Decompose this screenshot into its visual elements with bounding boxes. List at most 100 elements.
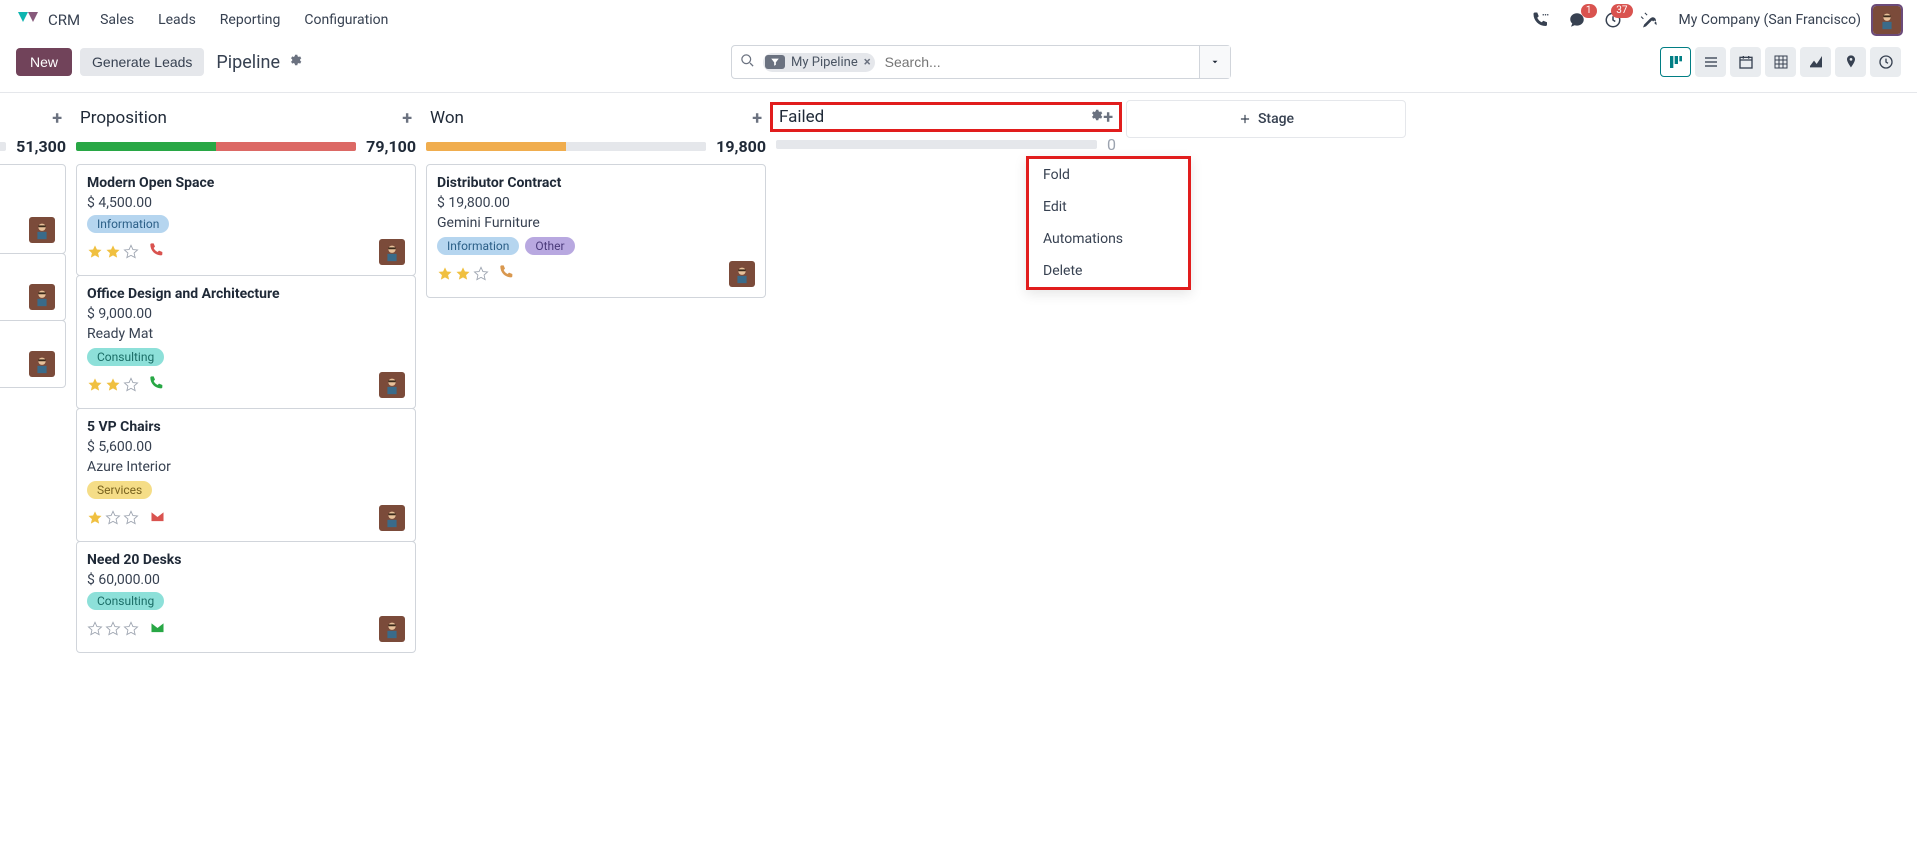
card-revenue: $ 5,600.00 (87, 439, 405, 455)
messages-icon[interactable]: 1 (1565, 8, 1589, 32)
tag[interactable]: Services (87, 481, 152, 499)
debug-icon[interactable] (1637, 8, 1661, 32)
card-title: Chairs (0, 264, 55, 280)
card-revenue: $ 60,000.00 (87, 572, 405, 588)
card-revenue: $ 9,000.00 (87, 306, 405, 322)
column-total: 19,800 (716, 137, 766, 156)
column-header: Proposition+ (76, 103, 416, 133)
calendar-view-icon[interactable] (1730, 47, 1761, 77)
quick-add-icon[interactable]: + (752, 108, 762, 129)
column-header: + (0, 103, 66, 133)
quick-add-icon[interactable]: + (52, 108, 62, 129)
kanban-card[interactable]: vices (0, 320, 66, 388)
view-switcher (1660, 47, 1901, 77)
new-button[interactable]: New (16, 48, 72, 76)
filter-chip-label: My Pipeline (791, 55, 858, 70)
remove-filter-icon[interactable]: × (864, 55, 871, 70)
progress-segment (776, 140, 1097, 149)
card-customer: dy Mat (0, 195, 55, 211)
nav-configuration[interactable]: Configuration (304, 12, 388, 28)
progress-bar[interactable] (776, 140, 1097, 149)
kanban-view-icon[interactable] (1660, 47, 1691, 77)
search-box: My Pipeline × (731, 45, 1231, 79)
activity-icon[interactable] (499, 264, 515, 284)
column-meta: 19,800 (426, 137, 766, 156)
kanban-card[interactable]: ns: Furnitures dy Mat (0, 164, 66, 254)
list-view-icon[interactable] (1695, 47, 1726, 77)
progress-bar[interactable] (76, 142, 356, 151)
column-title[interactable]: Failed (779, 107, 1083, 127)
card-title: ns: Furnitures (0, 175, 55, 191)
generate-leads-button[interactable]: Generate Leads (80, 48, 204, 76)
tag[interactable]: Information (437, 237, 519, 255)
company-selector[interactable]: My Company (San Francisco) (1679, 12, 1861, 28)
assignee-avatar[interactable] (29, 217, 55, 243)
column-gear-icon[interactable] (1089, 108, 1103, 126)
assignee-avatar[interactable] (29, 284, 55, 310)
kanban-card[interactable]: Office Design and Architecture$ 9,000.00… (76, 275, 416, 409)
menu-item-delete[interactable]: Delete (1029, 255, 1188, 287)
assignee-avatar[interactable] (729, 261, 755, 287)
assignee-avatar[interactable] (379, 505, 405, 531)
kanban-card[interactable]: 5 VP Chairs$ 5,600.00Azure InteriorServi… (76, 408, 416, 542)
assignee-avatar[interactable] (379, 239, 405, 265)
add-stage-label: Stage (1258, 111, 1294, 127)
priority-stars[interactable] (87, 377, 139, 393)
quick-add-icon[interactable]: + (402, 108, 412, 129)
kanban-column-partial: +51,300 ns: Furnitures dy Mat Chairs vices (0, 103, 66, 387)
tag[interactable]: Consulting (87, 592, 164, 610)
activity-icon[interactable] (149, 375, 165, 395)
kanban-card[interactable]: Need 20 Desks$ 60,000.00Consulting (76, 541, 416, 653)
activity-icon[interactable] (149, 242, 165, 262)
funnel-icon (765, 55, 785, 69)
card-customer: Gemini Furniture (437, 215, 755, 231)
map-view-icon[interactable] (1835, 47, 1866, 77)
activity-icon[interactable] (149, 508, 166, 529)
pivot-view-icon[interactable] (1765, 47, 1796, 77)
tag[interactable]: Information (87, 215, 169, 233)
column-header: Won+ (426, 103, 766, 133)
search-icon[interactable] (732, 53, 763, 72)
user-avatar[interactable] (1873, 6, 1901, 34)
add-stage-button[interactable]: Stage (1126, 100, 1406, 138)
column-meta: 0 (776, 135, 1116, 154)
activities-icon[interactable]: 37 (1601, 8, 1625, 32)
column-header: Failed + (770, 102, 1122, 132)
voip-icon[interactable] (1529, 8, 1553, 32)
progress-bar[interactable] (0, 142, 6, 151)
kanban-card[interactable]: Chairs (0, 253, 66, 321)
column-title[interactable]: Proposition (80, 108, 402, 128)
nav-reporting[interactable]: Reporting (220, 12, 281, 28)
activity-icon[interactable] (149, 619, 166, 640)
search-dropdown-toggle[interactable] (1199, 46, 1230, 78)
priority-stars[interactable] (87, 510, 139, 526)
priority-stars[interactable] (87, 621, 139, 637)
kanban-card[interactable]: Modern Open Space$ 4,500.00Information (76, 164, 416, 276)
assignee-avatar[interactable] (379, 372, 405, 398)
graph-view-icon[interactable] (1800, 47, 1831, 77)
assignee-avatar[interactable] (29, 351, 55, 377)
menu-item-edit[interactable]: Edit (1029, 191, 1188, 223)
column-title[interactable]: Won (430, 108, 752, 128)
menu-item-fold[interactable]: Fold (1029, 159, 1188, 191)
priority-stars[interactable] (87, 244, 139, 260)
top-nav: CRM Sales Leads Reporting Configuration … (0, 0, 1917, 40)
progress-segment (426, 142, 566, 151)
tag[interactable]: Consulting (87, 348, 164, 366)
activity-view-icon[interactable] (1870, 47, 1901, 77)
quick-add-icon[interactable]: + (1103, 107, 1113, 128)
card-revenue: $ 19,800.00 (437, 195, 755, 211)
kanban-card[interactable]: Distributor Contract$ 19,800.00Gemini Fu… (426, 164, 766, 298)
nav-sales[interactable]: Sales (100, 12, 134, 28)
priority-stars[interactable] (437, 266, 489, 282)
progress-bar[interactable] (426, 142, 706, 151)
app-name[interactable]: CRM (48, 11, 80, 29)
nav-leads[interactable]: Leads (158, 12, 196, 28)
search-input[interactable] (881, 50, 1199, 74)
menu-item-automations[interactable]: Automations (1029, 223, 1188, 255)
action-gear-icon[interactable] (288, 53, 302, 71)
assignee-avatar[interactable] (379, 616, 405, 642)
column-meta: 51,300 (0, 137, 66, 156)
tag[interactable]: Other (525, 237, 574, 255)
activities-badge: 37 (1611, 4, 1632, 18)
